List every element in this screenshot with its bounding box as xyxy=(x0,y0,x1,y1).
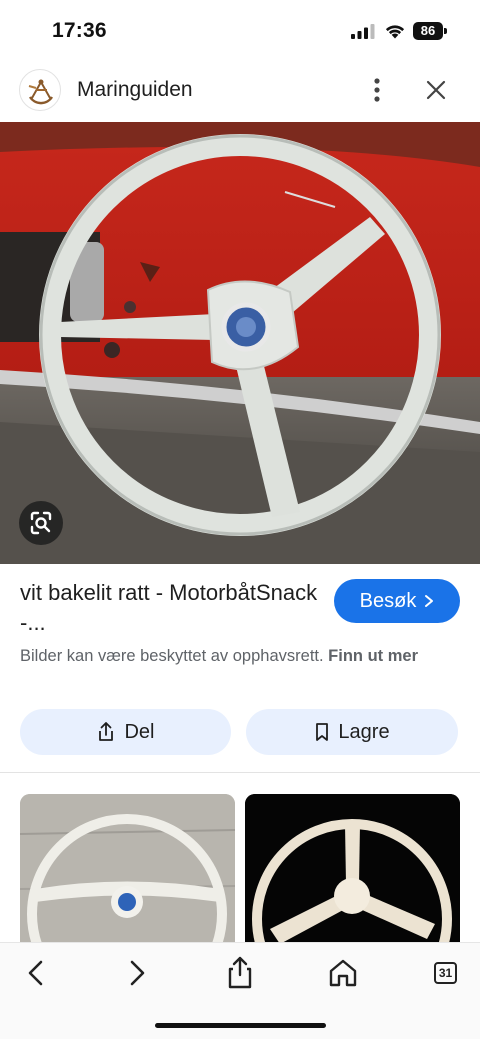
share-icon xyxy=(228,956,252,989)
copyright-notice: Bilder kan være beskyttet av opphavsrett… xyxy=(20,644,460,668)
visit-label: Besøk xyxy=(359,589,417,612)
battery-icon: 86 xyxy=(413,22,447,40)
forward-button[interactable] xyxy=(119,955,155,991)
back-button[interactable] xyxy=(18,955,54,991)
battery-level: 86 xyxy=(413,22,443,40)
forward-icon xyxy=(130,960,145,986)
tabs-button[interactable]: 31 xyxy=(427,955,463,991)
steering-wheel-photo[interactable] xyxy=(0,122,480,564)
related-image-thumbnail[interactable] xyxy=(245,794,460,944)
wifi-icon xyxy=(385,25,405,39)
close-icon xyxy=(426,80,446,100)
result-title[interactable]: vit bakelit ratt - MotorbåtSnack -... xyxy=(20,578,320,638)
save-label: Lagre xyxy=(338,720,390,743)
share-label: Del xyxy=(124,720,155,743)
back-icon xyxy=(28,960,43,986)
home-indicator xyxy=(155,1023,326,1028)
status-time: 17:36 xyxy=(52,19,107,42)
divider xyxy=(0,772,480,773)
bookmark-icon xyxy=(316,723,329,741)
share-icon xyxy=(99,722,114,741)
save-button[interactable]: Lagre xyxy=(246,709,458,755)
copyright-text: Bilder kan være beskyttet av opphavsrett… xyxy=(20,647,324,665)
home-icon xyxy=(329,959,357,987)
status-bar: 17:36 86 xyxy=(0,0,480,62)
learn-more-link[interactable]: Finn ut mer xyxy=(328,647,418,665)
more-vert-icon xyxy=(374,78,380,102)
sextant-logo-icon[interactable] xyxy=(19,69,61,111)
cellular-signal-icon xyxy=(351,24,375,39)
visit-button[interactable]: Besøk xyxy=(334,579,460,623)
home-button[interactable] xyxy=(325,955,361,991)
more-options-button[interactable] xyxy=(362,74,392,106)
lens-icon xyxy=(30,511,52,535)
tabs-count: 31 xyxy=(434,962,457,984)
close-button[interactable] xyxy=(420,74,452,106)
chevron-right-icon xyxy=(425,595,434,607)
site-header: Maringuiden xyxy=(0,62,480,120)
share-button[interactable]: Del xyxy=(20,709,231,755)
site-name[interactable]: Maringuiden xyxy=(77,78,193,102)
related-image-thumbnail[interactable] xyxy=(20,794,235,944)
toolbar-share-button[interactable] xyxy=(222,955,258,991)
lens-search-button[interactable] xyxy=(19,501,63,545)
